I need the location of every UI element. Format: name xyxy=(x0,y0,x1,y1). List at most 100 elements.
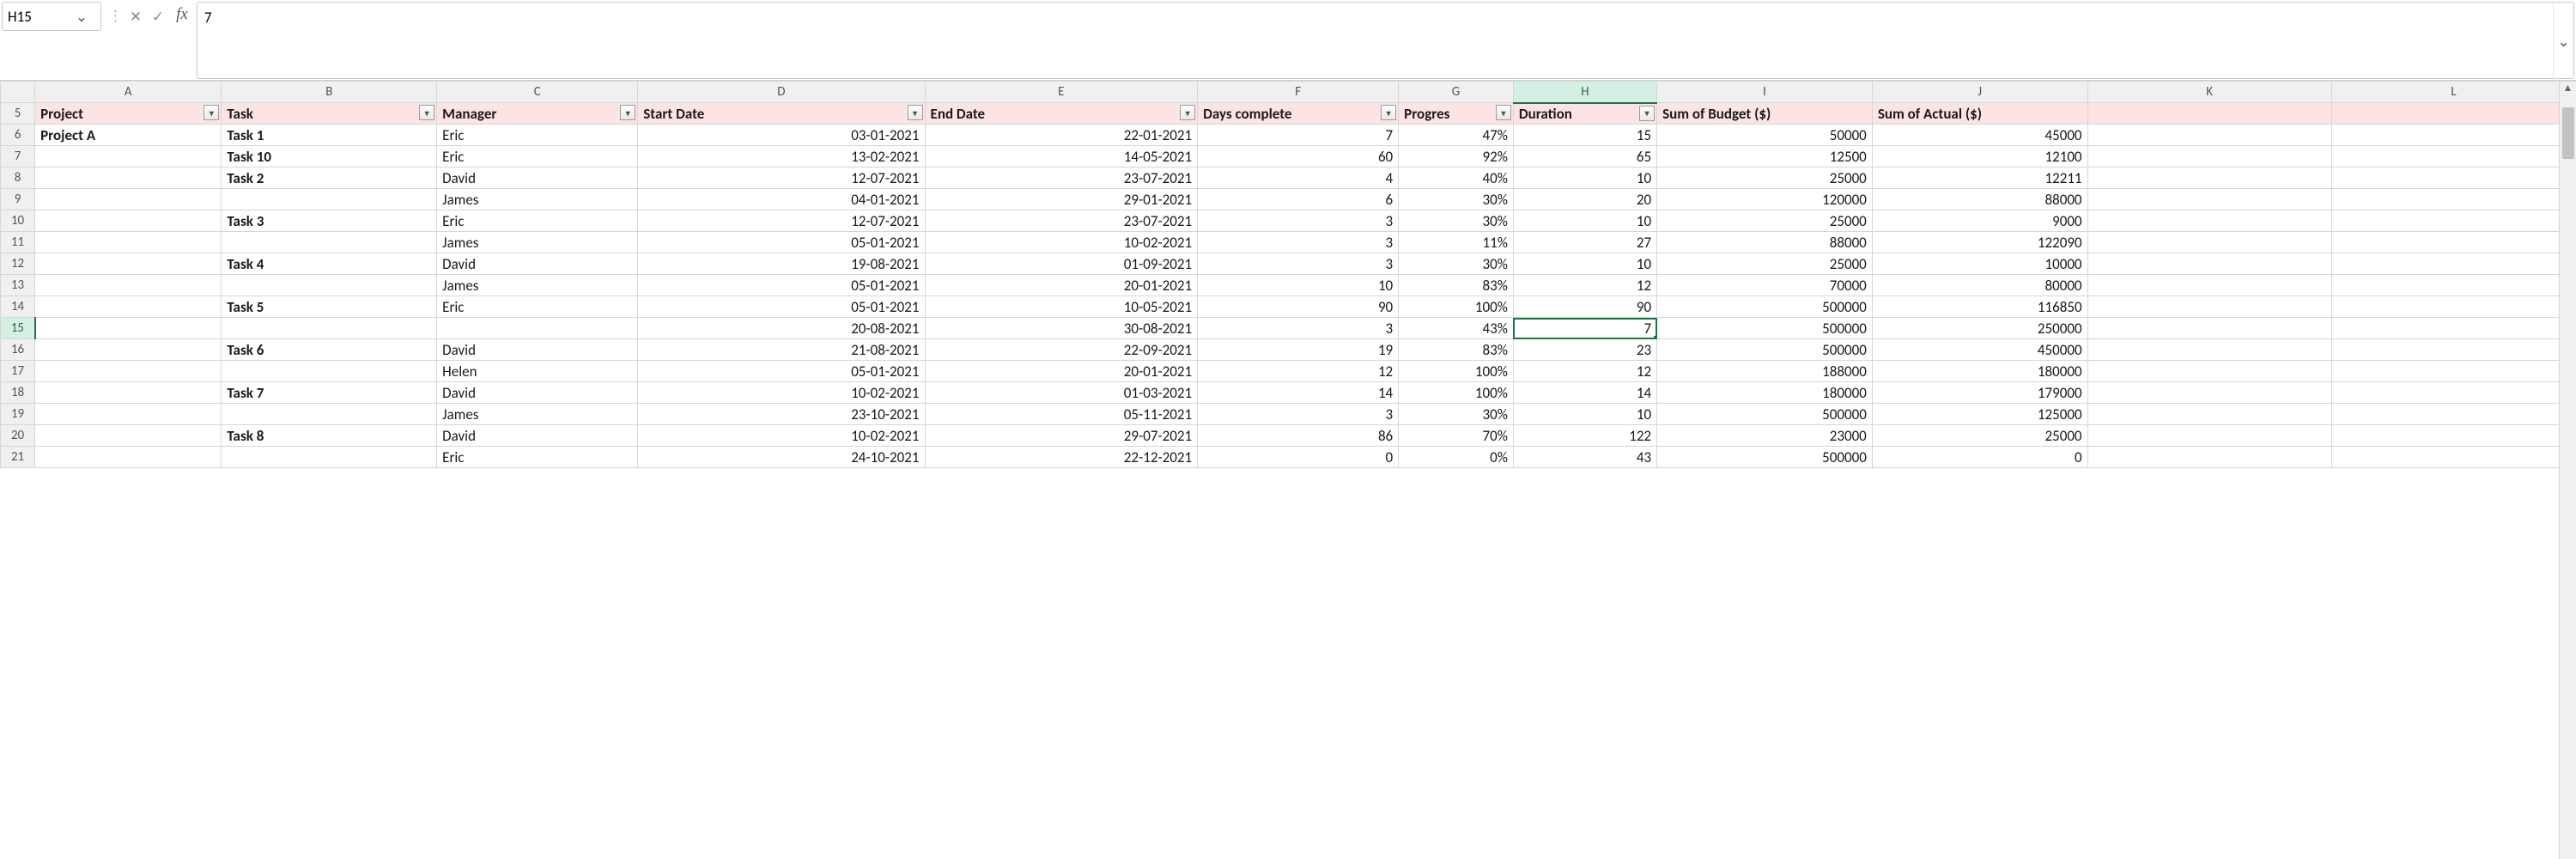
row-header-17[interactable]: 17 xyxy=(1,361,35,382)
cell-L12[interactable] xyxy=(2331,253,2575,275)
cell-E21[interactable]: 22-12-2021 xyxy=(925,447,1198,468)
cell-C10[interactable]: Eric xyxy=(437,210,638,232)
cell-D6[interactable]: 03-01-2021 xyxy=(638,125,925,146)
cell-C11[interactable]: James xyxy=(437,232,638,253)
cell-D20[interactable]: 10-02-2021 xyxy=(638,425,925,447)
cell-D15[interactable]: 20-08-2021 xyxy=(638,318,925,339)
cell-L17[interactable] xyxy=(2331,361,2575,382)
row-header-16[interactable]: 16 xyxy=(1,339,35,361)
cell-C17[interactable]: Helen xyxy=(437,361,638,382)
cell-H21[interactable]: 43 xyxy=(1513,447,1656,468)
cell-D14[interactable]: 05-01-2021 xyxy=(638,296,925,318)
column-header-K[interactable]: K xyxy=(2087,82,2331,103)
cell-K19[interactable] xyxy=(2087,404,2331,425)
cell-I6[interactable]: 50000 xyxy=(1657,125,1873,146)
column-header-E[interactable]: E xyxy=(925,82,1198,103)
cell-A21[interactable] xyxy=(35,447,222,468)
cell-E13[interactable]: 20-01-2021 xyxy=(925,275,1198,296)
cell-I20[interactable]: 23000 xyxy=(1657,425,1873,447)
cell-L10[interactable] xyxy=(2331,210,2575,232)
cell-A10[interactable] xyxy=(35,210,222,232)
cell-L20[interactable] xyxy=(2331,425,2575,447)
cell-A7[interactable] xyxy=(35,146,222,168)
filter-button-B[interactable]: ▾ xyxy=(419,105,434,120)
cell-L19[interactable] xyxy=(2331,404,2575,425)
cell-A12[interactable] xyxy=(35,253,222,275)
table-header-K[interactable] xyxy=(2087,103,2331,125)
cell-G7[interactable]: 92% xyxy=(1399,146,1514,168)
cell-H19[interactable]: 10 xyxy=(1513,404,1656,425)
cell-J17[interactable]: 180000 xyxy=(1872,361,2087,382)
cell-H6[interactable]: 15 xyxy=(1513,125,1656,146)
cancel-formula-button[interactable]: ✕ xyxy=(125,2,147,31)
cell-C9[interactable]: James xyxy=(437,189,638,210)
cell-G19[interactable]: 30% xyxy=(1399,404,1514,425)
cell-C14[interactable]: Eric xyxy=(437,296,638,318)
cell-H18[interactable]: 14 xyxy=(1513,382,1656,404)
cell-F14[interactable]: 90 xyxy=(1198,296,1399,318)
row-header-15[interactable]: 15 xyxy=(1,318,35,339)
cell-H15[interactable]: 7 xyxy=(1513,318,1656,339)
cell-C21[interactable]: Eric xyxy=(437,447,638,468)
name-box-dropdown-icon[interactable]: ⌄ xyxy=(71,8,92,26)
cell-F12[interactable]: 3 xyxy=(1198,253,1399,275)
cell-H16[interactable]: 23 xyxy=(1513,339,1656,361)
table-header-G[interactable]: Progres▾ xyxy=(1399,103,1514,125)
cell-B11[interactable] xyxy=(222,232,437,253)
cell-B16[interactable]: Task 6 xyxy=(222,339,437,361)
cell-K9[interactable] xyxy=(2087,189,2331,210)
cell-G13[interactable]: 83% xyxy=(1399,275,1514,296)
cell-A20[interactable] xyxy=(35,425,222,447)
filter-button-C[interactable]: ▾ xyxy=(620,105,635,120)
cell-L18[interactable] xyxy=(2331,382,2575,404)
cell-G20[interactable]: 70% xyxy=(1399,425,1514,447)
name-box-input[interactable] xyxy=(3,3,71,29)
row-header-13[interactable]: 13 xyxy=(1,275,35,296)
column-header-C[interactable]: C xyxy=(437,82,638,103)
filter-button-G[interactable]: ▾ xyxy=(1496,105,1511,120)
row-header-20[interactable]: 20 xyxy=(1,425,35,447)
cell-K14[interactable] xyxy=(2087,296,2331,318)
cell-B18[interactable]: Task 7 xyxy=(222,382,437,404)
cell-G9[interactable]: 30% xyxy=(1399,189,1514,210)
vertical-scrollbar[interactable]: ▲ xyxy=(2559,82,2576,859)
cell-L15[interactable] xyxy=(2331,318,2575,339)
cell-K20[interactable] xyxy=(2087,425,2331,447)
cell-A18[interactable] xyxy=(35,382,222,404)
cell-G16[interactable]: 83% xyxy=(1399,339,1514,361)
cell-G15[interactable]: 43% xyxy=(1399,318,1514,339)
expand-formula-bar-icon[interactable]: ⌄ xyxy=(2553,3,2573,80)
cell-E18[interactable]: 01-03-2021 xyxy=(925,382,1198,404)
cell-I19[interactable]: 500000 xyxy=(1657,404,1873,425)
cell-B8[interactable]: Task 2 xyxy=(222,168,437,189)
filter-button-D[interactable]: ▾ xyxy=(908,105,923,120)
cell-B15[interactable] xyxy=(222,318,437,339)
cell-L11[interactable] xyxy=(2331,232,2575,253)
cell-F18[interactable]: 14 xyxy=(1198,382,1399,404)
row-header-9[interactable]: 9 xyxy=(1,189,35,210)
cell-A6[interactable]: Project A xyxy=(35,125,222,146)
column-header-B[interactable]: B xyxy=(222,82,437,103)
cell-I8[interactable]: 25000 xyxy=(1657,168,1873,189)
cell-E9[interactable]: 29-01-2021 xyxy=(925,189,1198,210)
cell-D8[interactable]: 12-07-2021 xyxy=(638,168,925,189)
cell-D13[interactable]: 05-01-2021 xyxy=(638,275,925,296)
cell-I15[interactable]: 500000 xyxy=(1657,318,1873,339)
cell-E15[interactable]: 30-08-2021 xyxy=(925,318,1198,339)
column-header-F[interactable]: F xyxy=(1198,82,1399,103)
table-header-B[interactable]: Task▾ xyxy=(222,103,437,125)
cell-D17[interactable]: 05-01-2021 xyxy=(638,361,925,382)
scroll-up-icon[interactable]: ▲ xyxy=(2560,82,2576,97)
cell-C12[interactable]: David xyxy=(437,253,638,275)
cell-K13[interactable] xyxy=(2087,275,2331,296)
cell-C15[interactable] xyxy=(437,318,638,339)
cell-I14[interactable]: 500000 xyxy=(1657,296,1873,318)
filter-button-A[interactable]: ▾ xyxy=(204,105,219,120)
cell-A8[interactable] xyxy=(35,168,222,189)
cell-E7[interactable]: 14-05-2021 xyxy=(925,146,1198,168)
cell-G8[interactable]: 40% xyxy=(1399,168,1514,189)
cell-H14[interactable]: 90 xyxy=(1513,296,1656,318)
cell-D16[interactable]: 21-08-2021 xyxy=(638,339,925,361)
cell-H9[interactable]: 20 xyxy=(1513,189,1656,210)
cell-E16[interactable]: 22-09-2021 xyxy=(925,339,1198,361)
